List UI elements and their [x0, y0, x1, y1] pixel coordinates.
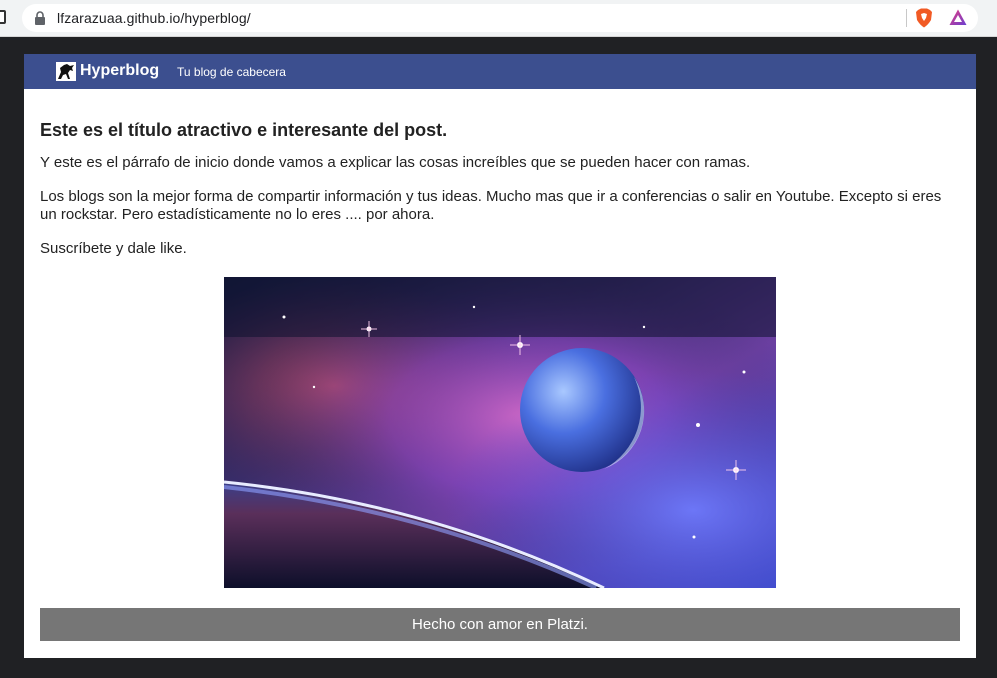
- brave-shield-icon[interactable]: [915, 8, 933, 28]
- space-planet-nebula-image: [224, 277, 776, 588]
- post-body-paragraph: Los blogs son la mejor forma de comparti…: [40, 188, 942, 223]
- site-footer: Hecho con amor en Platzi.: [40, 608, 960, 641]
- lock-icon[interactable]: [34, 11, 46, 25]
- post-intro-paragraph: Y este es el párrafo de inicio donde vam…: [40, 154, 751, 171]
- horse-icon[interactable]: [56, 62, 76, 81]
- post-image-graphic: [224, 277, 776, 588]
- post-title: Este es el título atractivo e interesant…: [40, 120, 448, 140]
- browser-toolbar: lfzarazuaa.github.io/hyperblog/: [0, 0, 997, 37]
- site-tagline: Tu blog de cabecera: [177, 65, 286, 79]
- page-viewport: Hyperblog Tu blog de cabecera Este es el…: [24, 54, 976, 658]
- site-header: Hyperblog Tu blog de cabecera: [24, 54, 976, 89]
- post-article: Este es el título atractivo e interesant…: [40, 118, 960, 274]
- page-icon: [0, 10, 6, 24]
- site-title[interactable]: Hyperblog: [80, 62, 159, 80]
- post-cta-paragraph: Suscríbete y dale like.: [40, 240, 187, 257]
- brave-rewards-icon[interactable]: [949, 9, 967, 26]
- toolbar-divider: [906, 9, 907, 27]
- address-bar[interactable]: lfzarazuaa.github.io/hyperblog/: [22, 4, 978, 32]
- url-text[interactable]: lfzarazuaa.github.io/hyperblog/: [57, 10, 251, 26]
